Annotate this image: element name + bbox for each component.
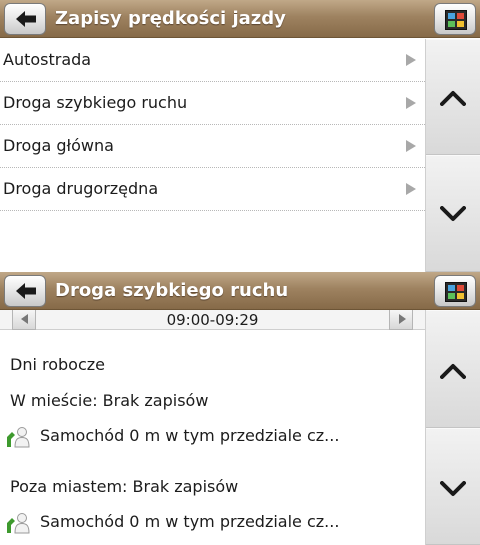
menu-button[interactable] (434, 3, 476, 35)
chevron-right-icon (406, 54, 416, 66)
list-item-label: Droga główna (3, 136, 114, 155)
time-range-label: 09:00-09:29 (166, 311, 259, 329)
scroll-down-button[interactable] (426, 428, 480, 545)
outside-vehicle-row[interactable]: Samochód 0 m w tym przedziale cz... (6, 512, 416, 536)
back-button[interactable] (4, 3, 46, 35)
list-item-label: Droga szybkiego ruchu (3, 93, 188, 112)
back-button[interactable] (4, 275, 46, 307)
next-time-button[interactable] (389, 310, 413, 330)
scroll-up-button[interactable] (426, 310, 480, 428)
list-item-label: Droga drugorzędna (3, 179, 159, 198)
page-title: Droga szybkiego ruchu (55, 280, 289, 301)
scroll-down-button[interactable] (426, 155, 480, 272)
day-type-label: Dni robocze (10, 355, 105, 374)
scroll-up-button[interactable] (426, 39, 480, 155)
chevron-up-icon (440, 91, 466, 106)
road-type-list: Autostrada Droga szybkiego ruchu Droga g… (0, 39, 425, 211)
person-icon (7, 513, 30, 534)
page-title: Zapisy prędkości jazdy (55, 8, 286, 29)
chevron-right-icon (406, 97, 416, 109)
chevron-right-icon (399, 314, 406, 324)
list-item-label: Autostrada (3, 50, 92, 69)
road-detail-screen: Droga szybkiego ruchu 09:00-09:29 Dni ro… (0, 272, 480, 545)
list-item-droga-szybkiego-ruchu[interactable]: Droga szybkiego ruchu (0, 82, 425, 125)
outside-records-label: Poza miastem: Brak zapisów (10, 477, 239, 496)
chevron-right-icon (406, 140, 416, 152)
menu-button[interactable] (434, 275, 476, 307)
city-vehicle-detail: Samochód 0 m w tym przedziale cz... (40, 426, 340, 445)
city-records-label: W mieście: Brak zapisów (10, 391, 209, 410)
menu-icon (445, 282, 467, 302)
list-item-droga-drugorzedna[interactable]: Droga drugorzędna (0, 168, 425, 211)
city-vehicle-row[interactable]: Samochód 0 m w tym przedziale cz... (6, 426, 416, 450)
speed-records-screen: Zapisy prędkości jazdy Autostrada Droga … (0, 0, 480, 272)
back-arrow-icon (16, 11, 36, 27)
back-arrow-icon (16, 283, 36, 299)
list-item-droga-glowna[interactable]: Droga główna (0, 125, 425, 168)
menu-icon (445, 10, 467, 30)
person-icon (7, 427, 30, 448)
scrollbar[interactable] (425, 310, 480, 545)
chevron-down-icon (440, 481, 466, 496)
chevron-up-icon (440, 364, 466, 379)
list-item-autostrada[interactable]: Autostrada (0, 39, 425, 82)
titlebar: Zapisy prędkości jazdy (0, 0, 480, 38)
outside-vehicle-detail: Samochód 0 m w tym przedziale cz... (40, 512, 340, 531)
chevron-right-icon (406, 183, 416, 195)
chevron-down-icon (440, 206, 466, 221)
scrollbar[interactable] (425, 39, 480, 272)
time-range-selector: 09:00-09:29 (0, 310, 425, 330)
titlebar: Droga szybkiego ruchu (0, 272, 480, 310)
